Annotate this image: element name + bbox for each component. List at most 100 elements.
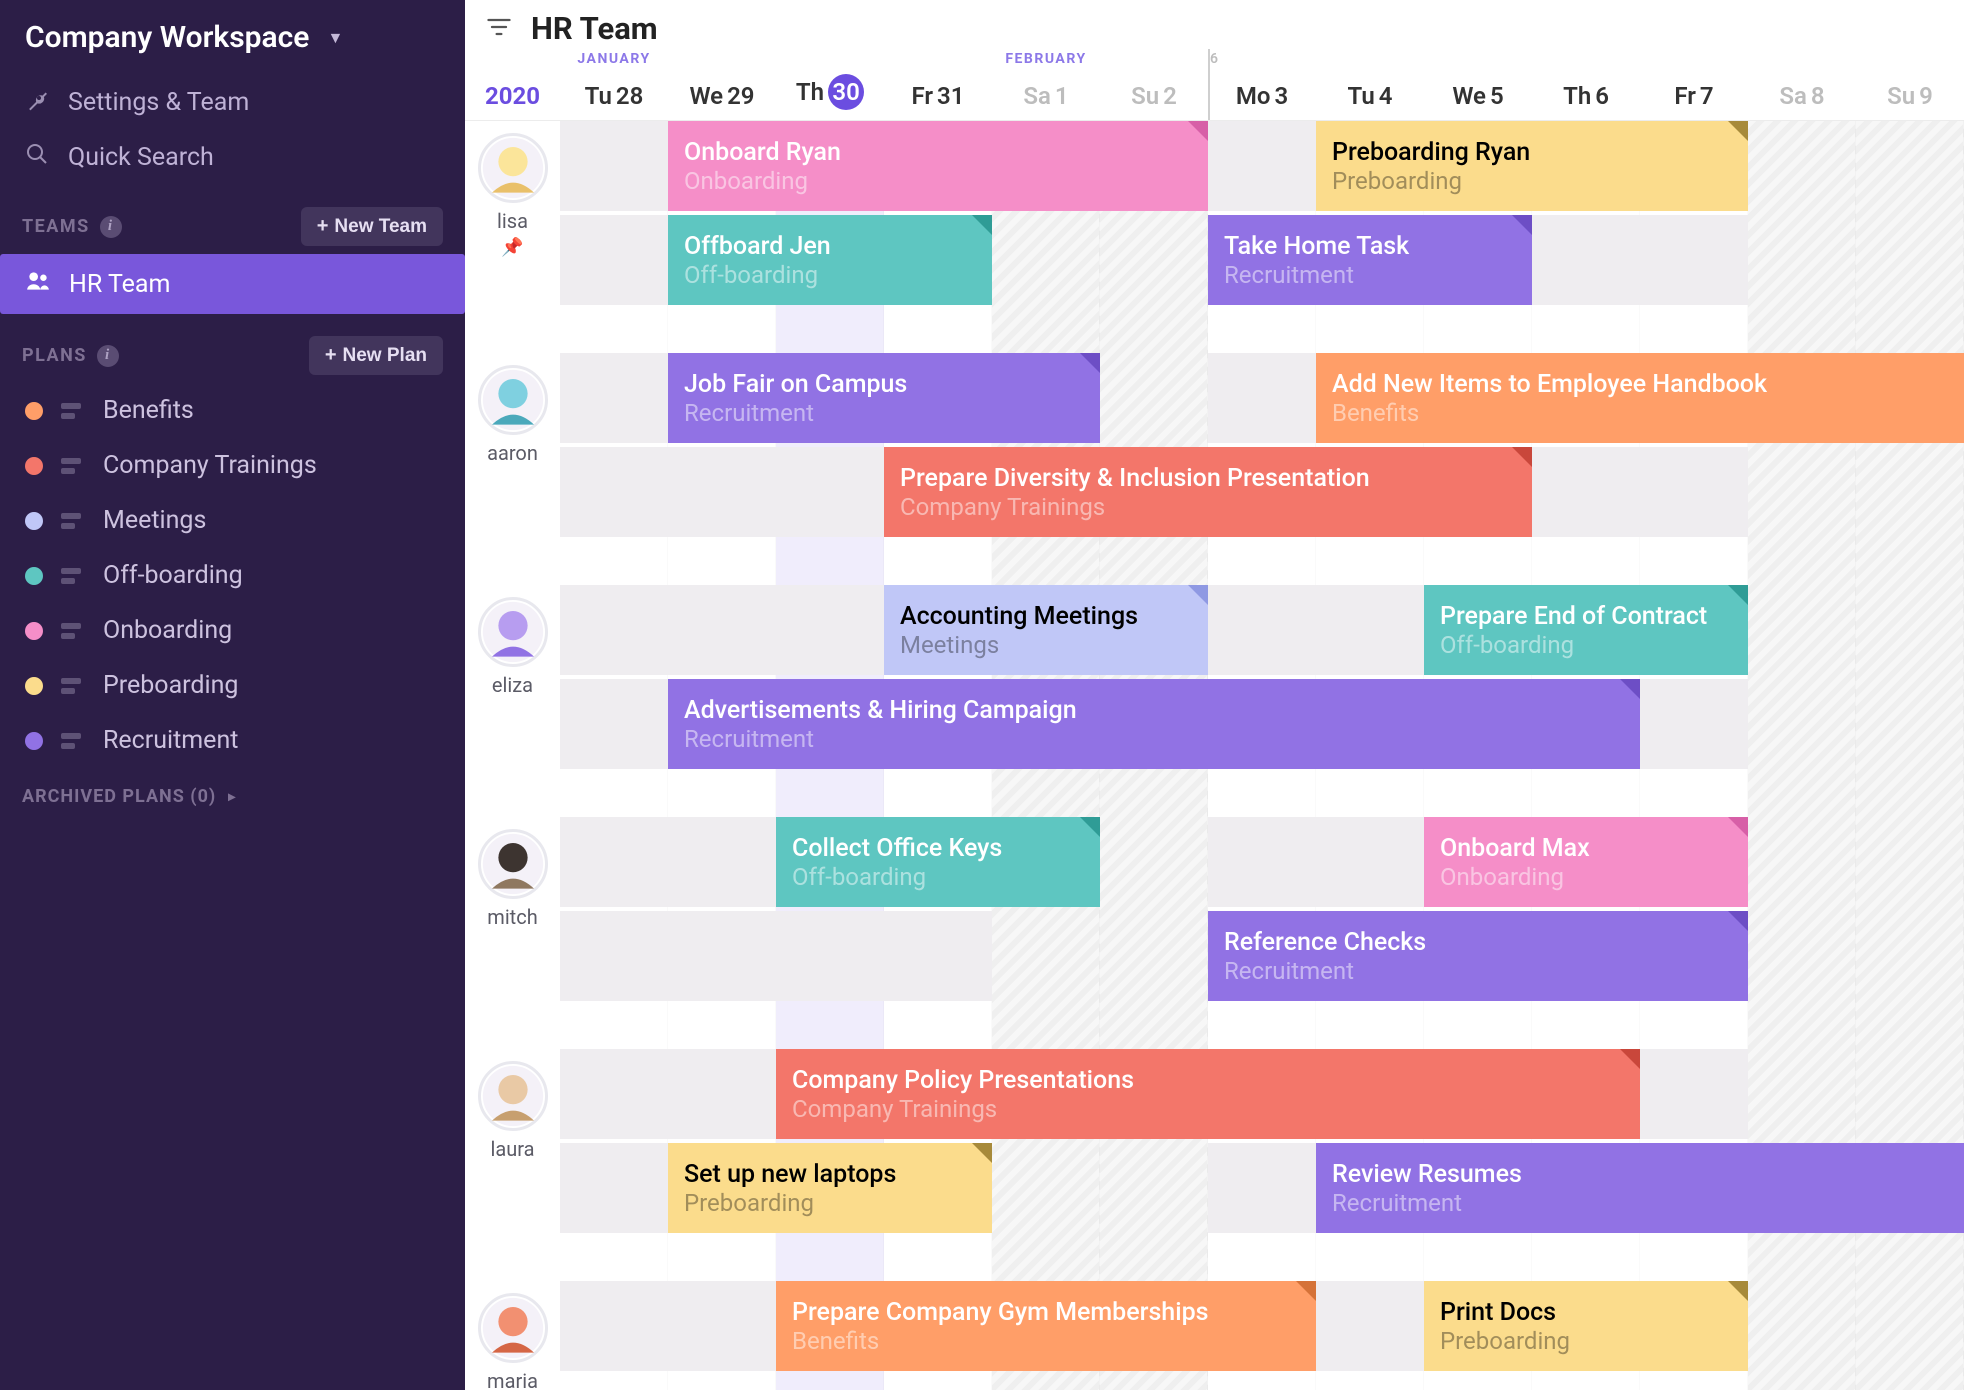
task-bar[interactable]: Accounting Meetings Meetings bbox=[884, 585, 1208, 675]
task-bar[interactable]: Onboard Max Onboarding bbox=[1424, 817, 1748, 907]
day-label: Tu 28 bbox=[560, 82, 668, 110]
day-label: We 29 bbox=[668, 82, 776, 110]
person-label[interactable]: aaron bbox=[465, 365, 560, 465]
new-plan-button[interactable]: + New Plan bbox=[309, 336, 443, 375]
task-bar[interactable]: Reference Checks Recruitment bbox=[1208, 911, 1748, 1001]
person-label[interactable]: lisa 📌 bbox=[465, 133, 560, 258]
task-bar[interactable]: Review Resumes Recruitment bbox=[1316, 1143, 1964, 1233]
person-label[interactable]: laura bbox=[465, 1061, 560, 1161]
year-label[interactable]: 2020 bbox=[465, 49, 560, 120]
people-icon bbox=[25, 268, 51, 300]
filter-icon[interactable] bbox=[485, 13, 513, 45]
timeline-track: Accounting Meetings Meetings Prepare End… bbox=[560, 585, 1964, 675]
task-bar[interactable]: Collect Office Keys Off-boarding bbox=[776, 817, 1100, 907]
archived-plans-toggle[interactable]: ARCHIVED PLANS (0) ▸ bbox=[0, 768, 465, 825]
task-bar[interactable]: Prepare Diversity & Inclusion Presentati… bbox=[884, 447, 1532, 537]
task-bar[interactable]: Print Docs Preboarding bbox=[1424, 1281, 1748, 1371]
timeline-track: Prepare Company Gym Memberships Benefits… bbox=[560, 1281, 1964, 1371]
sidebar-plan-item[interactable]: Onboarding bbox=[0, 603, 465, 658]
day-label: Su 2 bbox=[1100, 82, 1208, 110]
day-header-cell[interactable]: JANUARY Tu 28 bbox=[560, 49, 668, 120]
day-header-cell[interactable]: We 5 bbox=[1424, 49, 1532, 120]
settings-link[interactable]: Settings & Team bbox=[0, 75, 465, 130]
timeline-track: Offboard Jen Off-boarding Take Home Task… bbox=[560, 215, 1964, 305]
person-name: eliza bbox=[465, 673, 560, 697]
day-label: Fr 31 bbox=[884, 82, 992, 110]
sidebar-team-item[interactable]: HR Team bbox=[0, 254, 465, 314]
day-header-cell[interactable]: Th 6 bbox=[1532, 49, 1640, 120]
person-row: aaron Job Fair on Campus Recruitment Add… bbox=[560, 353, 1964, 537]
day-header-cell[interactable]: Tu 4 bbox=[1316, 49, 1424, 120]
task-corner-icon bbox=[1728, 121, 1748, 141]
task-bar[interactable]: Preboarding Ryan Preboarding bbox=[1316, 121, 1748, 211]
task-bar[interactable]: Onboard Ryan Onboarding bbox=[668, 121, 1208, 211]
task-corner-icon bbox=[1080, 817, 1100, 837]
person-label[interactable]: eliza bbox=[465, 597, 560, 697]
task-bar[interactable]: Set up new laptops Preboarding bbox=[668, 1143, 992, 1233]
task-bar[interactable]: Prepare End of Contract Off-boarding bbox=[1424, 585, 1748, 675]
settings-label: Settings & Team bbox=[68, 88, 249, 117]
sidebar-plan-item[interactable]: Meetings bbox=[0, 493, 465, 548]
task-bar[interactable]: Prepare Company Gym Memberships Benefits bbox=[776, 1281, 1316, 1371]
timeline-track: Collect Office Keys Off-boarding Onboard… bbox=[560, 817, 1964, 907]
task-corner-icon bbox=[972, 1143, 992, 1163]
day-header-cell[interactable]: Th 30 bbox=[776, 49, 884, 120]
day-header-cell[interactable]: Su 2 bbox=[1100, 49, 1208, 120]
workspace-switcher[interactable]: Company Workspace ▼ bbox=[0, 10, 465, 75]
new-team-button[interactable]: + New Team bbox=[301, 207, 443, 246]
quick-search-link[interactable]: Quick Search bbox=[0, 130, 465, 185]
sidebar-plan-item[interactable]: Company Trainings bbox=[0, 438, 465, 493]
task-bar[interactable]: Take Home Task Recruitment bbox=[1208, 215, 1532, 305]
task-plan-label: Recruitment bbox=[1332, 1189, 1964, 1217]
day-header-cell[interactable]: Sa 8 bbox=[1748, 49, 1856, 120]
task-plan-label: Off-boarding bbox=[684, 261, 976, 289]
day-label: Sa 1 bbox=[992, 82, 1100, 110]
month-label: JANUARY bbox=[577, 51, 650, 67]
avatar bbox=[478, 1293, 548, 1363]
task-plan-label: Recruitment bbox=[1224, 261, 1516, 289]
task-bar[interactable]: Add New Items to Employee Handbook Benef… bbox=[1316, 353, 1964, 443]
task-title: Offboard Jen bbox=[684, 232, 976, 261]
timeline-track: Reference Checks Recruitment bbox=[560, 911, 1964, 1001]
person-row: lisa 📌 Onboard Ryan Onboarding Preboardi… bbox=[560, 121, 1964, 305]
task-corner-icon bbox=[1728, 911, 1748, 931]
person-label[interactable]: maria bbox=[465, 1293, 560, 1390]
sidebar-plan-item[interactable]: Benefits bbox=[0, 383, 465, 438]
row-separator bbox=[560, 541, 1964, 581]
task-plan-label: Preboarding bbox=[1440, 1327, 1732, 1355]
task-bar[interactable]: Offboard Jen Off-boarding bbox=[668, 215, 992, 305]
day-header-cell[interactable]: 6Mo 3 bbox=[1208, 49, 1316, 120]
day-header-cell[interactable]: Fr 7 bbox=[1640, 49, 1748, 120]
timeline-track: Job Fair on Campus Recruitment Add New I… bbox=[560, 353, 1964, 443]
task-bar[interactable]: Company Policy Presentations Company Tra… bbox=[776, 1049, 1640, 1139]
workspace-title: Company Workspace bbox=[25, 20, 309, 55]
pin-icon[interactable]: 📌 bbox=[465, 237, 560, 258]
sidebar-plan-item[interactable]: Recruitment bbox=[0, 713, 465, 768]
day-header-cell[interactable]: FEBRUARYSa 1 bbox=[992, 49, 1100, 120]
day-label: Sa 8 bbox=[1748, 82, 1856, 110]
plan-label: Recruitment bbox=[103, 726, 238, 755]
person-name: aaron bbox=[465, 441, 560, 465]
task-corner-icon bbox=[1728, 817, 1748, 837]
person-label[interactable]: mitch bbox=[465, 829, 560, 929]
plan-bars-icon bbox=[61, 458, 81, 474]
main-area: HR Team 2020 JANUARY Tu 28We 29Th 30Fr 31… bbox=[465, 0, 1964, 1390]
main-header: HR Team bbox=[465, 0, 1964, 49]
sidebar-plan-item[interactable]: Preboarding bbox=[0, 658, 465, 713]
day-header-cell[interactable]: Su 9 bbox=[1856, 49, 1964, 120]
day-label: Th 6 bbox=[1532, 82, 1640, 110]
plan-label: Onboarding bbox=[103, 616, 232, 645]
task-bar[interactable]: Advertisements & Hiring Campaign Recruit… bbox=[668, 679, 1640, 769]
task-title: Preboarding Ryan bbox=[1332, 138, 1732, 167]
sidebar-plan-item[interactable]: Off-boarding bbox=[0, 548, 465, 603]
task-bar[interactable]: Job Fair on Campus Recruitment bbox=[668, 353, 1100, 443]
task-corner-icon bbox=[1296, 1281, 1316, 1301]
info-icon[interactable]: i bbox=[97, 345, 119, 367]
day-header-cell[interactable]: We 29 bbox=[668, 49, 776, 120]
day-header-cell[interactable]: Fr 31 bbox=[884, 49, 992, 120]
info-icon[interactable]: i bbox=[100, 216, 122, 238]
task-plan-label: Recruitment bbox=[1224, 957, 1732, 985]
task-corner-icon bbox=[1512, 447, 1532, 467]
day-label: Fr 7 bbox=[1640, 82, 1748, 110]
task-title: Company Policy Presentations bbox=[792, 1066, 1624, 1095]
